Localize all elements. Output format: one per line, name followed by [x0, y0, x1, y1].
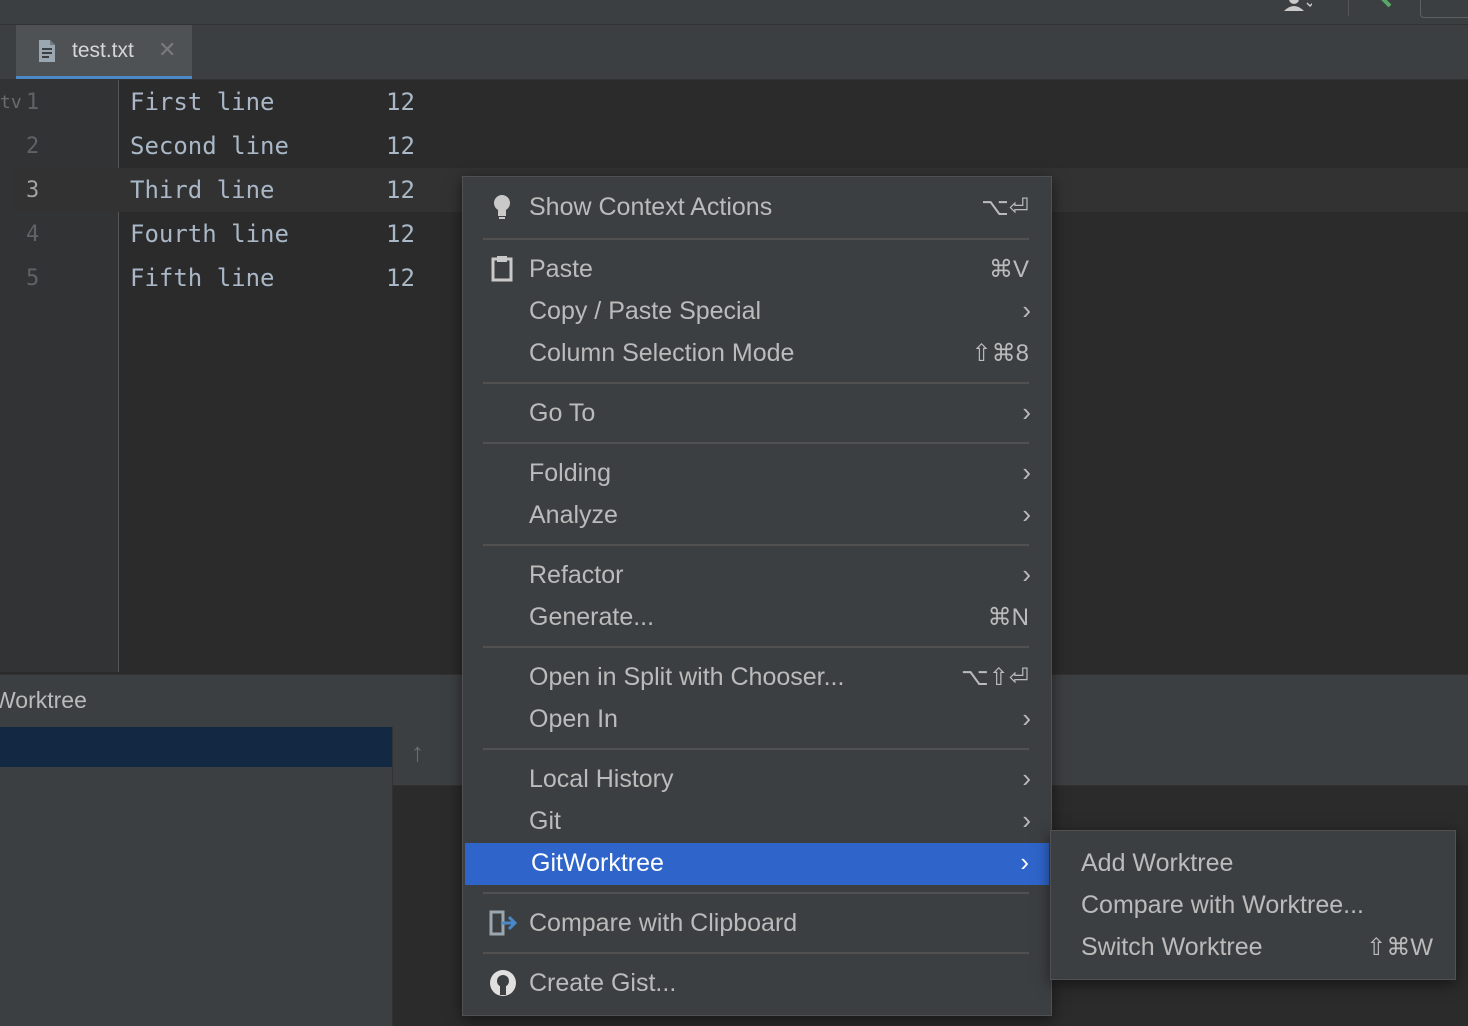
- menu-item-label: GitWorktree: [531, 849, 664, 877]
- top-toolbar: [0, 0, 1468, 25]
- code-line-value[interactable]: 12: [386, 132, 415, 160]
- compare-icon: [489, 909, 518, 937]
- line-number: 5: [26, 266, 40, 291]
- menu-item-label: Go To: [529, 399, 596, 427]
- menu-separator: [483, 442, 1029, 444]
- menu-item-add-worktree[interactable]: Add Worktree: [1051, 843, 1455, 885]
- menu-item-label: Local History: [529, 765, 674, 793]
- menu-item-shortcut: ⇧⌘W: [1366, 934, 1433, 961]
- menu-item-label: Copy / Paste Special: [529, 297, 762, 325]
- menu-item-label: Paste: [529, 255, 593, 283]
- chevron-right-icon: ›: [1022, 703, 1031, 733]
- tool-window-title: Worktree: [0, 687, 87, 713]
- run-config-button[interactable]: [1420, 0, 1468, 18]
- menu-item-shortcut: ⌥⇧⏎: [961, 664, 1029, 691]
- tab-test-txt[interactable]: test.txt ✕: [16, 25, 192, 79]
- chevron-right-icon: ›: [1022, 295, 1031, 325]
- menu-item-shortcut: ⌘V: [988, 256, 1029, 283]
- build-icon[interactable]: [1376, 0, 1398, 8]
- menu-item-folding[interactable]: Folding ›: [463, 453, 1051, 495]
- chevron-right-icon: ›: [1020, 847, 1029, 877]
- menu-item-copy-paste-special[interactable]: Copy / Paste Special ›: [463, 291, 1051, 333]
- toolbar-separator: [1348, 0, 1349, 16]
- menu-separator: [483, 748, 1029, 750]
- menu-item-switch-worktree[interactable]: Switch Worktree ⇧⌘W: [1051, 927, 1455, 969]
- menu-separator: [483, 646, 1029, 648]
- gitworktree-submenu: Add Worktree Compare with Worktree... Sw…: [1050, 830, 1456, 980]
- code-line-text[interactable]: Second line: [130, 132, 289, 160]
- menu-item-label: Git: [529, 807, 561, 835]
- menu-item-label: Compare with Clipboard: [529, 909, 798, 937]
- menu-item-shortcut: ⇧⌘8: [971, 340, 1029, 367]
- chevron-right-icon: ›: [1022, 397, 1031, 427]
- menu-item-open-in[interactable]: Open In ›: [463, 699, 1051, 741]
- menu-item-label: Open In: [529, 705, 618, 733]
- menu-separator: [483, 382, 1029, 384]
- menu-item-label: Show Context Actions: [529, 193, 773, 221]
- menu-item-compare-with-worktree[interactable]: Compare with Worktree...: [1051, 885, 1455, 927]
- code-line-value[interactable]: 12: [386, 176, 415, 204]
- menu-item-label: Generate...: [529, 603, 655, 631]
- code-line-text[interactable]: First line: [130, 88, 275, 116]
- lightbulb-icon: [489, 193, 515, 221]
- gutter-strip: [0, 80, 14, 672]
- code-line-text[interactable]: Third line: [130, 176, 275, 204]
- line-number: 4: [26, 222, 40, 247]
- chevron-right-icon: ›: [1022, 499, 1031, 529]
- menu-item-label: Compare with Worktree...: [1081, 891, 1364, 919]
- line-number: 3: [26, 178, 40, 203]
- menu-item-create-gist[interactable]: Create Gist...: [463, 963, 1051, 1005]
- clipboard-icon: [489, 255, 515, 283]
- menu-separator: [483, 952, 1029, 954]
- code-line-value[interactable]: 12: [386, 264, 415, 292]
- menu-separator: [483, 238, 1029, 240]
- text-file-icon: [38, 39, 56, 63]
- menu-item-label: Analyze: [529, 501, 618, 529]
- menu-item-label: Switch Worktree: [1081, 933, 1263, 961]
- menu-item-go-to[interactable]: Go To ›: [463, 393, 1051, 435]
- menu-separator: [483, 892, 1029, 894]
- menu-item-local-history[interactable]: Local History ›: [463, 759, 1051, 801]
- code-line-text[interactable]: Fifth line: [130, 264, 275, 292]
- menu-item-gitworktree[interactable]: GitWorktree ›: [465, 843, 1049, 885]
- menu-item-shortcut: ⌘N: [987, 604, 1029, 631]
- up-arrow-icon[interactable]: ↑: [411, 737, 424, 768]
- menu-item-compare-with-clipboard[interactable]: Compare with Clipboard: [463, 903, 1051, 945]
- close-icon[interactable]: ✕: [158, 37, 176, 63]
- chevron-right-icon: ›: [1022, 457, 1031, 487]
- editor-tab-bar: test.txt ✕: [0, 25, 1468, 80]
- chevron-right-icon: ›: [1022, 763, 1031, 793]
- line-number: 1: [26, 90, 40, 115]
- tab-label: test.txt: [72, 39, 134, 62]
- menu-item-analyze[interactable]: Analyze ›: [463, 495, 1051, 537]
- menu-item-label: Column Selection Mode: [529, 339, 795, 367]
- code-line-text[interactable]: Fourth line: [130, 220, 289, 248]
- menu-item-generate[interactable]: Generate... ⌘N: [463, 597, 1051, 639]
- menu-item-git[interactable]: Git ›: [463, 801, 1051, 843]
- user-icon[interactable]: [1282, 0, 1322, 12]
- menu-item-paste[interactable]: Paste ⌘V: [463, 249, 1051, 291]
- selected-list-row[interactable]: [0, 727, 392, 767]
- chevron-right-icon: ›: [1022, 805, 1031, 835]
- menu-item-shortcut: ⌥⏎: [981, 194, 1029, 221]
- menu-separator: [483, 544, 1029, 546]
- line-number: 2: [26, 134, 40, 159]
- worktree-list-panel: [0, 727, 393, 1026]
- menu-item-column-selection-mode[interactable]: Column Selection Mode ⇧⌘8: [463, 333, 1051, 375]
- menu-item-refactor[interactable]: Refactor ›: [463, 555, 1051, 597]
- code-line-value[interactable]: 12: [386, 88, 415, 116]
- menu-item-label: Create Gist...: [529, 969, 677, 997]
- chevron-right-icon: ›: [1022, 559, 1031, 589]
- menu-item-label: Open in Split with Chooser...: [529, 663, 845, 691]
- editor-context-menu: Show Context Actions ⌥⏎ Paste ⌘V Copy / …: [462, 176, 1052, 1016]
- code-line-value[interactable]: 12: [386, 220, 415, 248]
- github-icon: [489, 969, 516, 997]
- menu-item-show-context-actions[interactable]: Show Context Actions ⌥⏎: [463, 187, 1051, 229]
- gutter-marker: tv: [0, 92, 22, 113]
- menu-item-label: Folding: [529, 459, 611, 487]
- menu-item-label: Add Worktree: [1081, 849, 1234, 877]
- menu-item-label: Refactor: [529, 561, 624, 589]
- menu-item-open-in-split[interactable]: Open in Split with Chooser... ⌥⇧⏎: [463, 657, 1051, 699]
